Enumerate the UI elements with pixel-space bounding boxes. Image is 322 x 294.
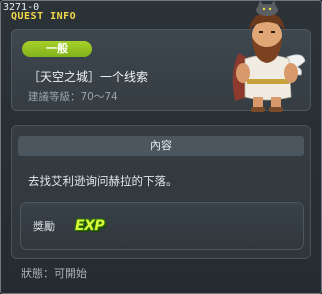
quest-description: 去找艾利逊询问赫拉的下落。: [28, 174, 178, 188]
reward-box: 獎勵 EXP: [20, 202, 304, 250]
quest-name: ［天空之城］一个线索: [28, 70, 149, 84]
quest-info-window: 3271-0 QUEST INFO 一般 ［天空之城］一个线索 建議等級：70～…: [0, 0, 322, 294]
exp-icon: EXP: [75, 218, 105, 234]
npc-portrait-icon: [232, 1, 306, 112]
quest-status: 狀態：可開始: [21, 267, 87, 280]
recommended-level: 建議等級：70～74: [28, 91, 118, 103]
content-section-header: 內容: [18, 136, 304, 156]
quest-category-badge: 一般: [22, 41, 92, 57]
window-title: QUEST INFO: [11, 11, 77, 22]
quest-content-panel: 內容 去找艾利逊询问赫拉的下落。 獎勵 EXP: [11, 125, 311, 259]
reward-label: 獎勵: [33, 220, 55, 233]
